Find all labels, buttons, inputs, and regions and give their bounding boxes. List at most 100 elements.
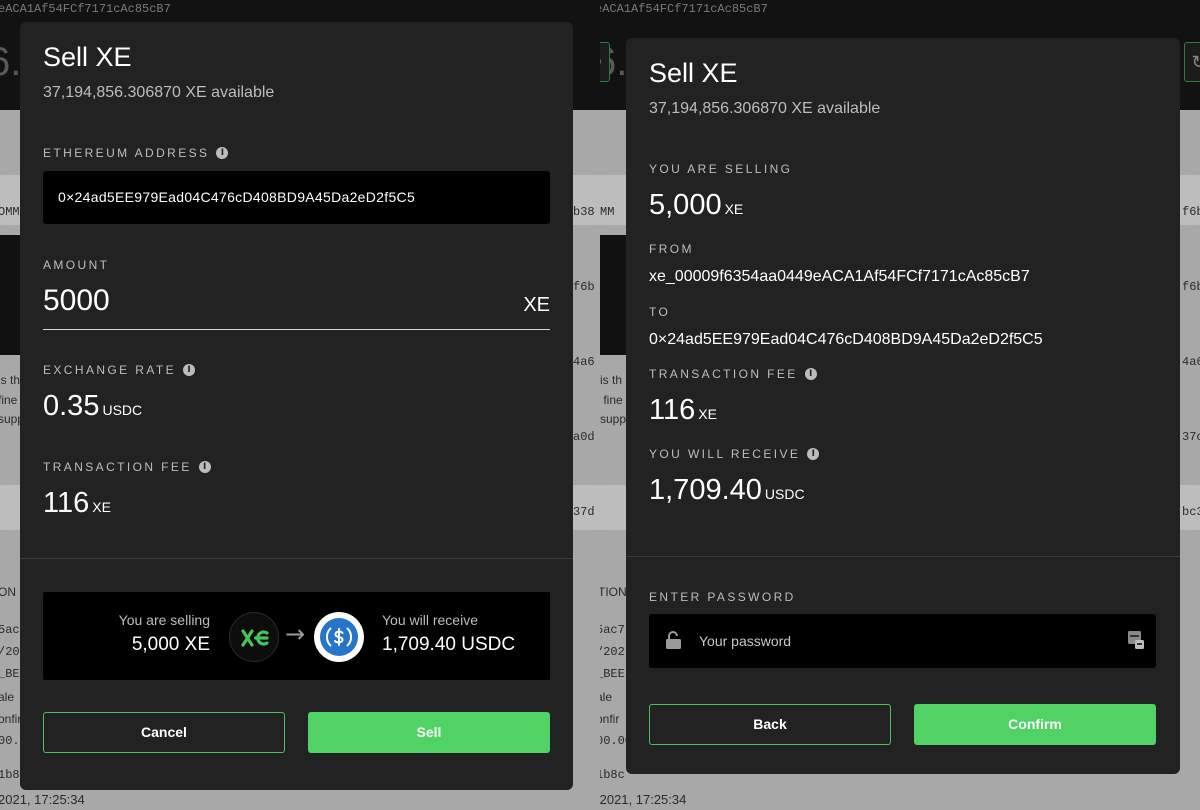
from-address: xe_00009f6354aa0449eACA1Af54FCf7171cAc85… (649, 268, 1030, 285)
selling-caption: You are selling (118, 612, 210, 628)
background-col-label: OMM (0, 205, 20, 219)
transaction-fee-unit: XE (92, 499, 111, 515)
background-text: i is th (600, 373, 623, 387)
receive-label-text: YOU WILL RECEIVE (649, 447, 801, 461)
info-icon[interactable]: i (198, 461, 211, 473)
background-cell: 5ac7 (600, 623, 625, 637)
receive-amount: 1,709.40 USDC (649, 474, 805, 507)
to-label: TO (649, 305, 670, 319)
divider (626, 556, 1180, 557)
background-cell: b38 (573, 205, 595, 219)
confirm-button[interactable]: Confirm (914, 704, 1156, 745)
refresh-button[interactable]: ↻ (1184, 42, 1200, 82)
xe-logo-icon (241, 629, 269, 647)
receive-unit: USDC (764, 486, 805, 502)
amount-label-text: AMOUNT (43, 258, 110, 272)
to-label-text: TO (649, 305, 671, 319)
password-field[interactable]: Your password (649, 614, 1156, 668)
background-timestamp: 2021, 17:25:34 (0, 792, 85, 807)
background-text: supp (600, 412, 627, 426)
background-logo (600, 235, 626, 355)
background-cell: ale (0, 690, 15, 704)
password-placeholder[interactable]: Your password (699, 614, 791, 668)
transaction-fee-label: TRANSACTION FEE i (43, 460, 211, 474)
receive-value: 1,709.40 USDC (382, 634, 516, 655)
background-cell: 1b8c (600, 768, 625, 782)
info-icon[interactable]: i (807, 448, 820, 460)
eth-address-label: ETHEREUM ADDRESS i (43, 146, 229, 160)
modal-title: Sell XE (649, 58, 738, 88)
amount-value[interactable]: 5000 (43, 284, 110, 318)
available-balance: 37,194,856.306870 XE available (649, 100, 881, 117)
exchange-rate-value: 0.35 USDC (43, 390, 142, 423)
background-col-label: MM (600, 205, 615, 219)
info-icon[interactable]: i (804, 368, 817, 380)
background-cell: 4a6 (573, 355, 595, 369)
amount-label: AMOUNT (43, 258, 109, 272)
background-cell: onfir (600, 712, 620, 726)
transaction-fee-number: 116 (649, 394, 696, 426)
password-manager-icon[interactable] (1128, 631, 1144, 650)
background-cell: f6b (1182, 280, 1200, 294)
background-text: fine (0, 393, 18, 407)
amount-input[interactable]: 5000 XE (43, 284, 550, 330)
transaction-fee-label-text: TRANSACTION FEE (43, 460, 192, 474)
arrow-right-icon: → (285, 620, 306, 648)
selling-label: YOU ARE SELLING (649, 162, 792, 176)
selling-unit: XE (724, 201, 744, 217)
background-col-label: ON (0, 585, 16, 599)
info-icon[interactable]: i (216, 147, 229, 159)
transaction-fee-number: 116 (43, 487, 90, 519)
receive-caption: You will receive (382, 612, 478, 628)
refresh-button[interactable]: ↻ (600, 42, 610, 82)
confirm-sell-modal: Sell XE 37,194,856.306870 XE available Y… (626, 38, 1180, 774)
background-hash: eACA1Af54FCf7171cAc85cB7 (600, 2, 768, 16)
background-timestamp: /2021, 17:25:34 (600, 792, 687, 807)
background-col-label: TION (600, 585, 627, 599)
sell-button[interactable]: Sell (308, 712, 550, 753)
password-label-text: ENTER PASSWORD (649, 590, 796, 604)
info-icon[interactable]: i (183, 364, 195, 376)
receive-label: YOU WILL RECEIVE i (649, 447, 820, 461)
amount-unit: XE (523, 294, 550, 316)
from-label: FROM (649, 242, 694, 256)
transaction-fee-label: TRANSACTION FEE i (649, 367, 817, 381)
background-cell: /202 (600, 645, 625, 659)
background-cell: ale (600, 690, 613, 704)
cancel-button[interactable]: Cancel (43, 712, 285, 753)
exchange-rate-label-text: EXCHANGE RATE (43, 363, 176, 377)
exchange-rate-label: EXCHANGE RATE i (43, 363, 195, 377)
selling-summary: You are selling 5,000 XE (119, 612, 210, 656)
transaction-fee-value: 116 XE (649, 394, 717, 427)
usdc-coin-icon (314, 612, 364, 662)
background-cell: 4a6 (1182, 355, 1200, 369)
eth-address-field[interactable]: 0×24ad5EE979Ead04C476cD408BD9A45Da2eD2f5… (43, 171, 550, 224)
exchange-rate-number: 0.35 (43, 390, 100, 422)
background-cell: a0d (573, 430, 595, 444)
usdc-logo-icon (320, 618, 358, 656)
eth-address-label-text: ETHEREUM ADDRESS (43, 146, 210, 160)
exchange-rate-unit: USDC (102, 402, 143, 418)
background-cell: _BEE (600, 667, 625, 681)
receive-summary: You will receive 1,709.40 USDC (382, 612, 515, 656)
transaction-fee-label-text: TRANSACTION FEE (649, 367, 798, 381)
to-address: 0×24ad5EE979Ead04C476cD408BD9A45Da2eD2f5… (649, 331, 1043, 348)
receive-number: 1,709.40 (649, 474, 762, 506)
background-cell: 37d (573, 505, 595, 519)
swap-summary: You are selling 5,000 XE → You will rece… (43, 592, 550, 680)
lock-open-icon (666, 631, 681, 649)
left-screen: eACA1Af54FCf7171cAc85cB7 6.3 OMM is th f… (0, 0, 600, 810)
back-button[interactable]: Back (649, 704, 891, 745)
selling-label-text: YOU ARE SELLING (649, 162, 793, 176)
background-cell: f6b (573, 280, 595, 294)
transaction-fee-unit: XE (698, 406, 717, 422)
background-cell: bc3 (1182, 505, 1200, 519)
background-cell: onfir (0, 712, 22, 726)
right-screen: eACA1Af54FCf7171cAc85cB7 6.3 ↻ ↻ MM i is… (600, 0, 1200, 810)
background-logo (0, 235, 22, 355)
sell-modal: Sell XE 37,194,856.306870 XE available E… (20, 22, 573, 790)
background-hash: eACA1Af54FCf7171cAc85cB7 (0, 2, 171, 16)
password-label: ENTER PASSWORD (649, 590, 796, 604)
available-balance: 37,194,856.306870 XE available (43, 84, 275, 101)
background-cell: f6b (1182, 205, 1200, 219)
